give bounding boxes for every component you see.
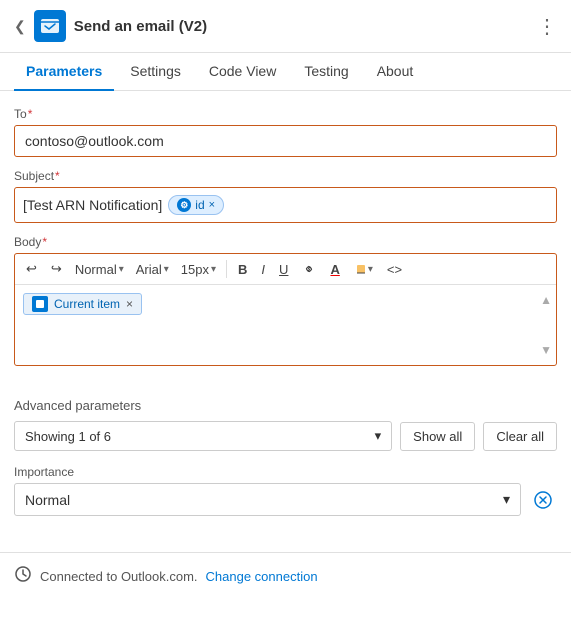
importance-chevron-icon: ▾ xyxy=(503,491,510,508)
scroll-up-icon[interactable]: ▲ xyxy=(540,293,552,307)
subject-prefix-text: [Test ARN Notification] xyxy=(23,197,162,213)
subject-label: Subject* xyxy=(14,169,557,183)
tab-parameters[interactable]: Parameters xyxy=(14,53,114,91)
advanced-label: Advanced parameters xyxy=(14,398,557,413)
advanced-dropdown-value: Showing 1 of 6 xyxy=(25,429,111,444)
style-label: Normal xyxy=(75,262,117,277)
body-token-label: Current item xyxy=(54,297,120,311)
importance-controls: Normal ▾ xyxy=(14,483,557,516)
subject-token: ⚙ id × xyxy=(168,195,224,215)
to-label: To* xyxy=(14,107,557,121)
font-color-button[interactable]: A xyxy=(325,259,344,280)
editor-scroll: ▲ ▼ xyxy=(540,293,552,357)
italic-button[interactable]: I xyxy=(256,259,270,280)
footer: Connected to Outlook.com. Change connect… xyxy=(0,552,571,600)
underline-button[interactable]: U xyxy=(274,259,293,280)
tab-about[interactable]: About xyxy=(365,53,426,91)
top-bar-left: ❮ Send an email (V2) xyxy=(14,10,207,42)
subject-field-group: Subject* [Test ARN Notification] ⚙ id × xyxy=(14,169,557,223)
back-chevron-icon[interactable]: ❮ xyxy=(14,18,26,35)
connected-text: Connected to Outlook.com. xyxy=(40,569,198,584)
token-label: id xyxy=(195,198,204,212)
body-token: Current item × xyxy=(23,293,142,315)
token-close-icon[interactable]: × xyxy=(209,200,215,211)
body-field-group: Body* ↩ ↪ Normal ▾ Arial ▾ 15px ▾ xyxy=(14,235,557,366)
tab-code-view[interactable]: Code View xyxy=(197,53,288,91)
tab-settings[interactable]: Settings xyxy=(118,53,193,91)
connection-icon xyxy=(14,565,32,588)
font-chevron-icon: ▾ xyxy=(164,264,169,275)
importance-label: Importance xyxy=(14,465,557,479)
clear-all-button[interactable]: Clear all xyxy=(483,422,557,451)
editor-area[interactable]: Current item × ▲ ▼ xyxy=(15,285,556,365)
scroll-down-icon[interactable]: ▼ xyxy=(540,343,552,357)
advanced-controls: Showing 1 of 6 ▾ Show all Clear all xyxy=(14,421,557,451)
tab-testing[interactable]: Testing xyxy=(292,53,360,91)
style-dropdown[interactable]: Normal ▾ xyxy=(71,259,128,280)
importance-clear-button[interactable] xyxy=(529,486,557,514)
importance-dropdown[interactable]: Normal ▾ xyxy=(14,483,521,516)
more-options-icon[interactable]: ⋮ xyxy=(537,14,557,39)
body-token-icon xyxy=(32,296,48,312)
body-editor: ↩ ↪ Normal ▾ Arial ▾ 15px ▾ B I U xyxy=(14,253,557,366)
highlight-chevron-icon: ▾ xyxy=(368,264,373,275)
content-area: To* Subject* [Test ARN Notification] ⚙ i… xyxy=(0,91,571,532)
bold-button[interactable]: B xyxy=(233,259,252,280)
change-connection-link[interactable]: Change connection xyxy=(206,569,318,584)
show-all-button[interactable]: Show all xyxy=(400,422,475,451)
advanced-section: Advanced parameters Showing 1 of 6 ▾ Sho… xyxy=(14,386,557,451)
redo-button[interactable]: ↪ xyxy=(46,258,67,280)
body-label: Body* xyxy=(14,235,557,249)
subject-input[interactable]: [Test ARN Notification] ⚙ id × xyxy=(14,187,557,223)
code-button[interactable]: <> xyxy=(382,259,407,280)
importance-section: Importance Normal ▾ xyxy=(14,465,557,516)
tabs-bar: Parameters Settings Code View Testing Ab… xyxy=(0,53,571,91)
body-toolbar: ↩ ↪ Normal ▾ Arial ▾ 15px ▾ B I U xyxy=(15,254,556,285)
size-dropdown[interactable]: 15px ▾ xyxy=(177,259,220,280)
body-token-close-icon[interactable]: × xyxy=(126,297,133,311)
highlight-button[interactable]: ▾ xyxy=(349,259,378,279)
to-field-group: To* xyxy=(14,107,557,157)
to-input[interactable] xyxy=(14,125,557,157)
top-bar: ❮ Send an email (V2) ⋮ xyxy=(0,0,571,53)
font-label: Arial xyxy=(136,262,162,277)
style-chevron-icon: ▾ xyxy=(119,264,124,275)
font-dropdown[interactable]: Arial ▾ xyxy=(132,259,173,280)
size-chevron-icon: ▾ xyxy=(211,264,216,275)
size-label: 15px xyxy=(181,262,209,277)
toolbar-separator xyxy=(226,260,227,278)
undo-button[interactable]: ↩ xyxy=(21,258,42,280)
app-icon xyxy=(34,10,66,42)
page-title: Send an email (V2) xyxy=(74,18,207,35)
importance-value: Normal xyxy=(25,492,70,508)
advanced-dropdown-chevron-icon: ▾ xyxy=(375,428,382,444)
link-button[interactable] xyxy=(297,259,321,279)
token-icon: ⚙ xyxy=(177,198,191,212)
advanced-dropdown[interactable]: Showing 1 of 6 ▾ xyxy=(14,421,392,451)
